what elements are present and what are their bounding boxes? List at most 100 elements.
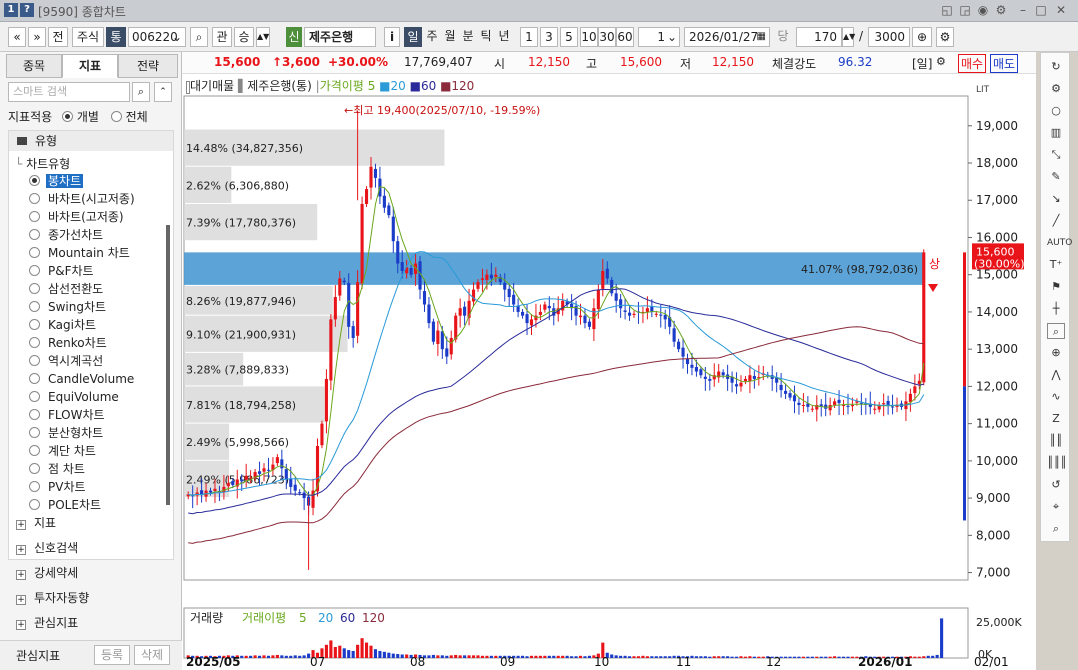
chart-type-item[interactable]: POLE차트 <box>29 497 103 514</box>
interval-select[interactable]: 1 ⌄ <box>638 27 680 47</box>
interval-30[interactable]: 30 <box>598 27 616 47</box>
chart-type-item[interactable]: 봉차트 <box>29 173 84 190</box>
gear-icon[interactable]: ⚙ <box>1047 81 1065 97</box>
chart-type-radio[interactable] <box>29 265 40 276</box>
chart-type-item[interactable]: P&F차트 <box>29 263 96 280</box>
tab-strategy[interactable]: 전략 <box>118 54 178 78</box>
seung-button[interactable]: 승 <box>234 27 254 47</box>
period-week[interactable]: 주 <box>424 27 440 47</box>
chart-type-item[interactable]: Kagi차트 <box>29 317 98 334</box>
chart-type-item[interactable]: 계단 차트 <box>29 443 98 460</box>
expand-icon[interactable]: + <box>16 545 26 555</box>
section-type[interactable]: 유형 <box>9 131 173 151</box>
indicator-group[interactable]: + 강세약세 <box>16 564 78 581</box>
zoom-icon[interactable]: ⌕ <box>1047 323 1065 339</box>
text-icon[interactable]: T⁺ <box>1047 257 1065 273</box>
close-icon[interactable]: ✕ <box>1054 3 1068 17</box>
chart-type-radio[interactable] <box>29 355 40 366</box>
interval-60[interactable]: 60 <box>616 27 634 47</box>
cross-icon[interactable]: ┼ <box>1047 301 1065 317</box>
chart-type-item[interactable]: 역시계곡선 <box>29 353 105 370</box>
chart-type-radio[interactable] <box>29 193 40 204</box>
nav-prev-button[interactable]: « <box>8 27 26 47</box>
chart-type-radio[interactable] <box>29 319 40 330</box>
indicator-group[interactable]: + 신호검색 <box>16 539 78 556</box>
period-day[interactable]: 일 <box>404 27 422 47</box>
tab-stocks[interactable]: 종목 <box>6 54 62 78</box>
chart-type-item[interactable]: 바차트(시고저종) <box>29 191 137 208</box>
minimize-icon[interactable]: – <box>1016 3 1030 17</box>
chart-type-radio[interactable] <box>29 373 40 384</box>
interval-1[interactable]: 1 <box>520 27 538 47</box>
delete-button[interactable]: 삭제 <box>134 645 170 665</box>
chart-type-radio[interactable] <box>29 481 40 492</box>
ray-icon[interactable]: ↘ <box>1047 191 1065 207</box>
expand-icon[interactable]: + <box>16 570 26 580</box>
period-month[interactable]: 월 <box>442 27 458 47</box>
chart-type-radio[interactable] <box>29 445 40 456</box>
chart-type-radio[interactable] <box>29 229 40 240</box>
camera-icon[interactable]: ◉ <box>976 3 990 17</box>
interval-10[interactable]: 10 <box>580 27 598 47</box>
search-icon[interactable]: ⌕ <box>132 82 150 102</box>
magnifier-icon[interactable]: ⌕ <box>1047 521 1065 537</box>
zigzag-icon[interactable]: Z <box>1047 411 1065 427</box>
register-button[interactable]: 등록 <box>94 645 130 665</box>
chart-type-radio[interactable] <box>29 337 40 348</box>
line-icon[interactable]: ╱ <box>1047 213 1065 229</box>
chart-type-radio[interactable] <box>29 247 40 258</box>
undo-icon[interactable]: ↺ <box>1047 477 1065 493</box>
chart-type-item[interactable]: PV차트 <box>29 479 88 496</box>
pattern-icon[interactable]: ⋀ <box>1047 367 1065 383</box>
gwan-button[interactable]: 관 <box>212 27 232 47</box>
chart-type-item[interactable]: CandleVolume <box>29 371 136 388</box>
period-year[interactable]: 년 <box>496 27 512 47</box>
chart-type-item[interactable]: Swing차트 <box>29 299 108 316</box>
stock-code-input[interactable]: 006220 ⌄ <box>128 27 186 47</box>
subsection-chart-type[interactable]: └ 차트유형 <box>15 155 70 172</box>
toolbar-settings-icon[interactable]: ⚙ <box>936 27 954 47</box>
chevron-down-icon[interactable]: ⌄ <box>172 28 182 46</box>
jeon-button[interactable]: 전 <box>48 27 68 47</box>
calendar-icon[interactable]: ▦ <box>757 28 766 46</box>
chart-type-radio[interactable] <box>29 391 40 402</box>
expand-icon[interactable]: + <box>16 595 26 605</box>
magnet-icon[interactable]: ⌖ <box>1047 499 1065 515</box>
bar-chart-icon[interactable]: ▥ <box>1047 125 1065 141</box>
expand-icon[interactable]: + <box>16 520 26 530</box>
grid-icon[interactable]: ║║ <box>1047 433 1065 449</box>
search-icon[interactable]: ⌕ <box>190 27 208 47</box>
chart-type-radio[interactable] <box>29 301 40 312</box>
window-number-icon[interactable]: 1 <box>4 3 18 17</box>
sell-button[interactable]: 매도 <box>990 54 1019 73</box>
chart-type-item[interactable]: 종가선차트 <box>29 227 105 244</box>
wave-icon[interactable]: ∿ <box>1047 389 1065 405</box>
price-chart[interactable]: 14.48% (34,827,356) 2.62% (6,306,880) 7.39… <box>182 74 1036 670</box>
tong-button[interactable]: 통 <box>106 27 126 47</box>
zoom-add-icon[interactable]: ⊕ <box>912 27 932 47</box>
chart-type-item[interactable]: 분산형차트 <box>29 425 105 442</box>
chart-type-radio[interactable] <box>29 409 40 420</box>
fibo-icon[interactable]: ⚑ <box>1047 279 1065 295</box>
columns-icon[interactable]: ║║║ <box>1047 455 1067 471</box>
chart-type-item[interactable]: FLOW차트 <box>29 407 107 424</box>
window-split-icon[interactable]: ◱ <box>940 3 954 17</box>
indicator-group[interactable]: + 투자자동향 <box>16 589 89 606</box>
market-select[interactable]: 주식 <box>72 27 104 47</box>
zoom-in-icon[interactable]: ⊕ <box>1047 345 1065 361</box>
indicator-group[interactable]: + 관심지표 <box>16 614 78 631</box>
nav-next-button[interactable]: » <box>28 27 46 47</box>
stepper-icon[interactable]: ▲▼ <box>256 27 270 47</box>
chart-type-radio[interactable] <box>29 283 40 294</box>
expand-icon[interactable]: + <box>16 620 26 630</box>
smart-search-input[interactable]: 스마트 검색 <box>8 82 130 102</box>
chart-type-radio[interactable] <box>29 427 40 438</box>
collapse-icon[interactable]: ⌃ <box>154 82 172 102</box>
tree-scrollbar[interactable] <box>166 225 170 505</box>
indicator-group[interactable]: + 지표 <box>16 514 56 531</box>
period-tick[interactable]: 틱 <box>478 27 494 47</box>
chart-type-item[interactable]: 점 차트 <box>29 461 87 478</box>
chart-type-radio[interactable] <box>29 499 40 510</box>
refresh-icon[interactable]: ↻ <box>1047 59 1065 75</box>
trendline-icon[interactable]: ⤡ <box>1047 147 1065 163</box>
